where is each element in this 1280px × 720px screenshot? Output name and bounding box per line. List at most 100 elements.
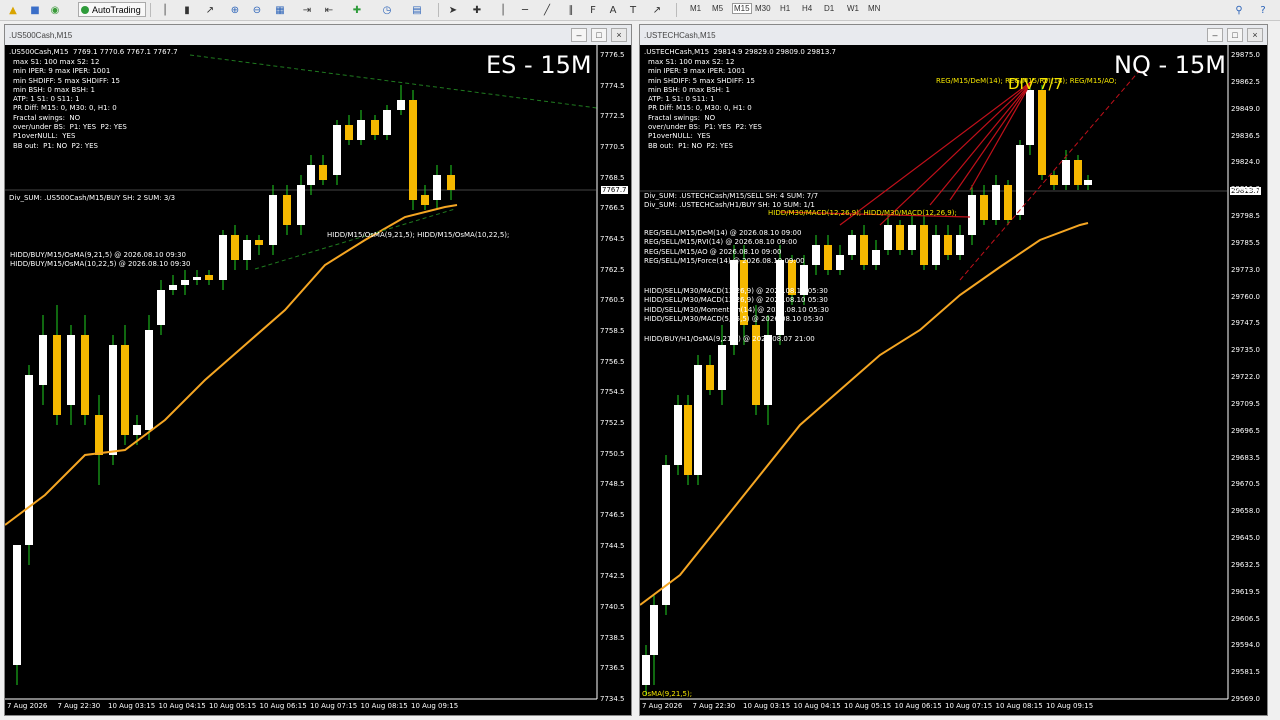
tile-windows-icon[interactable]: ▦	[273, 2, 287, 18]
candle-body	[371, 120, 379, 135]
candle-body	[433, 175, 441, 200]
candle-body	[121, 345, 129, 435]
timeframe-m5[interactable]: M5	[712, 4, 723, 13]
candle-body	[231, 235, 239, 260]
main-toolbar: ▲ ■ ◉ AutoTrading │ ▮ ↗ ⊕ ⊖ ▦ ⇥ ⇤ ✚ ◷ ▤ …	[0, 0, 1280, 21]
price-axis-label: 7746.5	[600, 511, 625, 519]
price-axis-label: 29760.0	[1231, 292, 1260, 301]
price-axis-label: 29785.5	[1231, 238, 1260, 247]
chart-header-line: .USTECHCash,M15 29814.9 29829.0 29809.0 …	[644, 48, 836, 56]
chart-window-ustech[interactable]: .USTECHCash,M15 – □ × .USTECHCash,M15 29…	[639, 24, 1268, 716]
price-axis-label: 7734.5	[600, 695, 625, 703]
price-axis-label: 7756.5	[600, 357, 625, 366]
chart-window-title[interactable]: .USTECHCash,M15 – □ ×	[640, 25, 1267, 45]
current-price-tag: 7767.7	[601, 186, 628, 194]
minimize-button[interactable]: –	[571, 28, 587, 42]
text-icon[interactable]: A	[606, 2, 620, 18]
price-axis-label: 7736.5	[600, 664, 625, 673]
price-axis-label: 29747.5	[1231, 319, 1260, 328]
horizontal-line-icon[interactable]: ─	[518, 2, 532, 18]
vertical-line-icon[interactable]: │	[496, 2, 510, 18]
shift-icon[interactable]: ⇤	[322, 2, 336, 18]
time-axis-label: 10 Aug 08:15	[360, 702, 408, 710]
timeframe-d1[interactable]: D1	[824, 4, 834, 13]
info-line: BB out: P1: NO P2: YES	[13, 141, 98, 150]
timeframe-m30[interactable]: M30	[755, 4, 771, 13]
chart-window-us500[interactable]: .US500Cash,M15 – □ × .US500Cash,M15 7769…	[4, 24, 632, 716]
candle-body	[1062, 160, 1070, 185]
line-chart-icon[interactable]: ↗	[203, 2, 217, 18]
arrows-icon[interactable]: ↗	[650, 2, 664, 18]
profiles-icon[interactable]: ■	[28, 2, 42, 18]
timeframe-h1[interactable]: H1	[780, 4, 790, 13]
price-axis-label: 7764.5	[600, 235, 625, 243]
cursor-icon[interactable]: ➤	[446, 2, 460, 18]
timeframe-mn[interactable]: MN	[868, 4, 880, 13]
zoom-in-icon[interactable]: ⊕	[228, 2, 242, 18]
candle-body	[1050, 175, 1058, 185]
candle-body	[944, 235, 952, 255]
timeframe-m1[interactable]: M1	[690, 4, 701, 13]
candle-body	[397, 100, 405, 110]
price-axis-label: 7768.5	[600, 173, 625, 182]
price-axis-label: 29824.0	[1231, 158, 1260, 167]
market-watch-icon[interactable]: ◉	[48, 2, 62, 18]
price-axis-label: 29696.5	[1231, 426, 1260, 435]
timeframe-w1[interactable]: W1	[847, 4, 859, 13]
div-sum-lines: Div_SUM: .USTECHCash/M15/SELL SH: 4 SUM:…	[644, 192, 818, 211]
candlestick-icon[interactable]: ▮	[180, 2, 194, 18]
hidd-sell-line: HIDD/SELL/M30/Momentum(14) @ 2026.08.10 …	[644, 305, 829, 314]
open-folder-icon[interactable]: ▲	[6, 2, 20, 18]
chart-plot-area[interactable]: .US500Cash,M15 7769.1 7770.6 7767.1 7767…	[4, 45, 631, 715]
bar-chart-icon[interactable]: │	[158, 2, 172, 18]
price-axis-label: 29632.5	[1231, 560, 1260, 569]
candle-body	[447, 175, 455, 190]
info-line: min IPER: 9 max IPER: 1001	[648, 67, 746, 76]
timeframe-h4[interactable]: H4	[802, 4, 812, 13]
price-axis-label: 7766.5	[600, 204, 625, 213]
time-axis-label: 10 Aug 07:15	[310, 702, 358, 710]
candle-body	[848, 235, 856, 255]
price-axis-label: 7776.5	[600, 51, 625, 59]
candle-body	[95, 415, 103, 455]
candle-body	[283, 195, 291, 225]
price-axis-label: 7750.5	[600, 449, 625, 458]
price-axis-label: 29619.5	[1231, 587, 1260, 596]
minimize-button[interactable]: –	[1207, 28, 1223, 42]
autotrading-button[interactable]: AutoTrading	[78, 2, 146, 17]
periods-icon[interactable]: ◷	[380, 2, 394, 18]
price-axis-label: 29569.0	[1231, 695, 1260, 703]
templates-icon[interactable]: ▤	[410, 2, 424, 18]
label-icon[interactable]: T	[626, 2, 640, 18]
search-icon[interactable]: ⚲	[1232, 2, 1246, 18]
candle-body	[53, 335, 61, 415]
info-line: P1overNULL: YES	[648, 132, 711, 141]
hidd-sell-line: HIDD/SELL/M30/MACD(5,35,5) @ 2026.08.10 …	[644, 314, 824, 323]
help-icon[interactable]: ?	[1256, 2, 1270, 18]
chart-plot-area[interactable]: .USTECHCash,M15 29814.9 29829.0 29809.0 …	[639, 45, 1267, 715]
maximize-button[interactable]: □	[1227, 28, 1243, 42]
time-axis-label: 10 Aug 05:15	[844, 702, 892, 710]
crosshair-icon[interactable]: ✚	[470, 2, 484, 18]
time-axis-label: 10 Aug 04:15	[793, 702, 841, 710]
time-axis-label: 10 Aug 07:15	[945, 702, 993, 710]
fibonacci-icon[interactable]: F	[586, 2, 600, 18]
maximize-button[interactable]: □	[591, 28, 607, 42]
channel-icon[interactable]: ∥	[564, 2, 578, 18]
time-axis-label: 10 Aug 09:15	[1046, 702, 1094, 710]
regular-divergence-list: REG/SELL/M15/DeM(14) @ 2026.08.10 09:00 R…	[644, 229, 805, 266]
indicators-icon[interactable]: ✚	[350, 2, 364, 18]
chart-window-title[interactable]: .US500Cash,M15 – □ ×	[5, 25, 631, 45]
time-axis-label: 7 Aug 2026	[7, 702, 48, 710]
trendline-icon[interactable]: ╱	[540, 2, 554, 18]
hidd-sell-line: HIDD/SELL/M30/MACD(12,26,9) @ 2026.08.10…	[644, 287, 828, 295]
candle-body	[824, 245, 832, 270]
info-line: max S1: 100 max S2: 12	[13, 58, 100, 66]
close-button[interactable]: ×	[611, 28, 627, 42]
candle-body	[1074, 160, 1082, 185]
candle-body	[896, 225, 904, 250]
scroll-icon[interactable]: ⇥	[300, 2, 314, 18]
close-button[interactable]: ×	[1247, 28, 1263, 42]
zoom-out-icon[interactable]: ⊖	[250, 2, 264, 18]
timeframe-m15[interactable]: M15	[732, 3, 752, 14]
